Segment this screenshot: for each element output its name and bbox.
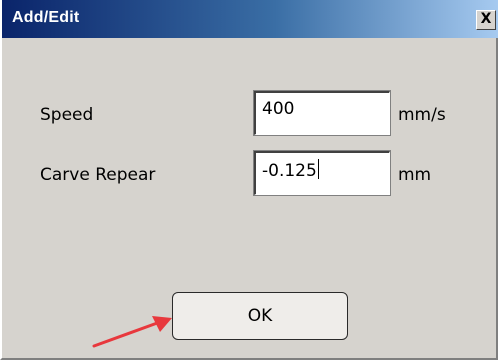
speed-label: Speed: [40, 105, 94, 125]
add-edit-dialog: Add/Edit X Speed 400 mm/s Carve Repear -…: [0, 0, 498, 360]
close-button[interactable]: X: [476, 10, 496, 30]
text-caret: [317, 159, 319, 179]
carve-repeat-unit: mm: [398, 165, 432, 185]
carve-repeat-input[interactable]: -0.125: [253, 150, 391, 196]
carve-repeat-value: -0.125: [262, 161, 317, 181]
speed-unit: mm/s: [398, 105, 446, 125]
ok-button-label: OK: [247, 306, 273, 326]
close-icon: X: [480, 11, 492, 27]
speed-input[interactable]: 400: [253, 90, 391, 136]
carve-repeat-label: Carve Repear: [40, 165, 156, 185]
red-arrow-icon: [92, 316, 172, 348]
speed-value: 400: [262, 99, 295, 119]
window-title: Add/Edit: [12, 9, 80, 26]
ok-button[interactable]: OK: [172, 292, 348, 340]
title-bar[interactable]: Add/Edit X: [2, 0, 498, 38]
